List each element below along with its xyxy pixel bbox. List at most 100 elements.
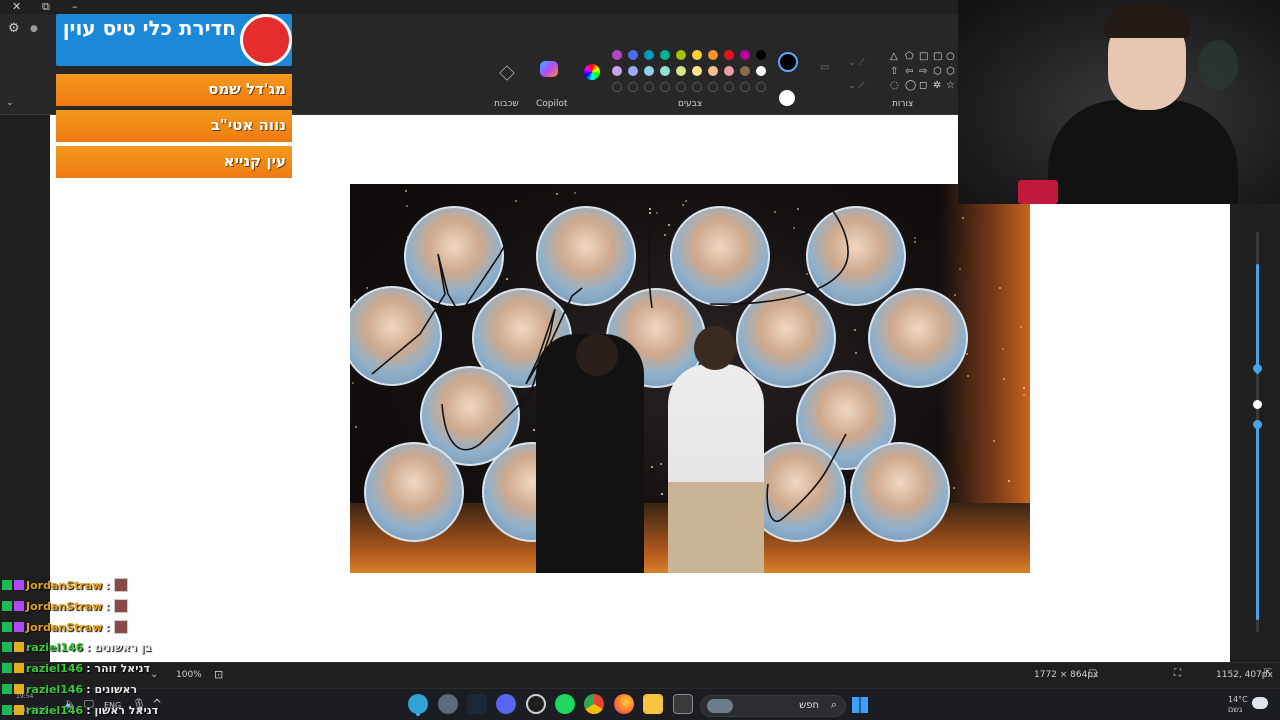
color-swatch[interactable]	[692, 50, 702, 60]
secondary-color[interactable]	[779, 90, 795, 106]
hexagon-shape-icon[interactable]: ⬡	[933, 67, 942, 77]
color-swatch[interactable]	[692, 66, 702, 76]
square-shape-icon[interactable]: ▢	[933, 52, 942, 62]
settings-app-icon[interactable]	[438, 694, 458, 714]
slider2-handle[interactable]	[1253, 420, 1262, 429]
arrow-right-shape-icon[interactable]: ⇨	[919, 67, 927, 77]
alert-location-2: נווה אטי"ב	[56, 110, 292, 142]
arrow-left-shape-icon[interactable]: ⇦	[905, 67, 913, 77]
chat-username[interactable]: JordanStraw	[26, 621, 102, 634]
opacity-icon[interactable]	[1253, 400, 1262, 409]
file-explorer-icon[interactable]	[643, 694, 663, 714]
layers-icon[interactable]	[499, 65, 515, 81]
color-swatch[interactable]	[724, 66, 734, 76]
color-swatch[interactable]	[740, 66, 750, 76]
chat-username[interactable]: raziel146	[26, 641, 83, 654]
outline-icon[interactable]: ▭	[820, 62, 829, 73]
subscriber-badge-icon	[14, 705, 24, 715]
webcam-red-object	[1018, 180, 1058, 204]
restore-icon[interactable]: ⧉	[42, 1, 50, 13]
windows-start-icon[interactable]	[852, 697, 868, 713]
chat-username[interactable]: raziel146	[26, 683, 83, 696]
chat-username[interactable]: raziel146	[26, 662, 83, 675]
chat-message: JordanStraw:	[2, 578, 128, 594]
octagon-shape-icon[interactable]: ⬡	[946, 67, 955, 77]
custom-color-slot[interactable]	[692, 82, 702, 92]
selection-icon: ⛶	[1174, 668, 1181, 679]
chat-username[interactable]: JordanStraw	[26, 579, 102, 592]
circle-shape-icon[interactable]: ○	[946, 52, 955, 62]
rectangle-shape-icon[interactable]: □	[919, 52, 928, 62]
color-swatch[interactable]	[756, 50, 766, 60]
lasso-shape-icon[interactable]: ◌	[890, 81, 899, 91]
color-swatch[interactable]	[660, 50, 670, 60]
discord-icon[interactable]	[496, 694, 516, 714]
color-swatch[interactable]	[740, 50, 750, 60]
star5-shape-icon[interactable]: ☆	[946, 81, 955, 91]
chat-message: raziel146: בן ראשונים	[2, 641, 151, 657]
chat-text: : בן ראשונים	[86, 641, 152, 654]
primary-color[interactable]	[778, 52, 798, 72]
paint-titlebar: ✕ ⧉ –	[0, 0, 958, 14]
obs-icon[interactable]	[526, 694, 546, 714]
custom-color-slot[interactable]	[628, 82, 638, 92]
chat-username[interactable]: JordanStraw	[26, 600, 102, 613]
app-window-icon[interactable]	[673, 694, 693, 714]
color-swatch[interactable]	[676, 50, 686, 60]
search-highlight-icon	[707, 699, 733, 713]
arrow-up-shape-icon[interactable]: ⇧	[890, 67, 898, 77]
canvas-size-icon: ▢	[1088, 668, 1098, 679]
custom-color-slot[interactable]	[740, 82, 750, 92]
chat-text: :	[105, 579, 110, 592]
color-swatch[interactable]	[708, 66, 718, 76]
custom-color-slot[interactable]	[660, 82, 670, 92]
pentagon-shape-icon[interactable]: ⬠	[905, 52, 914, 62]
weather-widget[interactable]: 14°C גשם	[1228, 695, 1248, 715]
spotify-icon[interactable]	[555, 694, 575, 714]
edge-icon[interactable]	[408, 694, 428, 714]
layers-label: שכבות	[494, 99, 519, 109]
fill-icon[interactable]: ⌄ ⟋	[848, 58, 865, 68]
color-wheel-icon[interactable]	[584, 64, 600, 80]
callout-shape-icon[interactable]: ◯	[905, 81, 916, 91]
copilot-icon[interactable]	[540, 61, 558, 77]
color-swatch[interactable]	[628, 66, 638, 76]
account-icon[interactable]: ●	[30, 24, 38, 34]
color-swatch[interactable]	[644, 50, 654, 60]
slider-handle[interactable]	[1253, 364, 1262, 373]
color-swatch[interactable]	[612, 50, 622, 60]
color-swatch[interactable]	[724, 50, 734, 60]
custom-color-slot[interactable]	[612, 82, 622, 92]
minimize-icon[interactable]: –	[72, 1, 78, 13]
chevron-down-icon[interactable]: ⌄	[6, 98, 14, 108]
color-swatch[interactable]	[660, 66, 670, 76]
chrome-icon[interactable]	[584, 694, 604, 714]
custom-color-slot[interactable]	[708, 82, 718, 92]
custom-color-slot[interactable]	[724, 82, 734, 92]
subscriber-badge-icon	[14, 663, 24, 673]
search-box[interactable]: חפש ⌕	[700, 695, 846, 717]
color-swatch[interactable]	[756, 66, 766, 76]
color-swatch[interactable]	[676, 66, 686, 76]
triangle-shape-icon[interactable]: △	[890, 52, 898, 62]
color-swatch[interactable]	[628, 50, 638, 60]
alert-location-1: מג'דל שמס	[56, 74, 292, 106]
alert-title: חדירת כלי טיס עוין	[62, 16, 236, 40]
size-icon[interactable]: ⌄ ⟋	[848, 81, 865, 91]
custom-color-slot[interactable]	[644, 82, 654, 92]
steam-icon[interactable]	[467, 694, 487, 714]
color-swatch[interactable]	[708, 50, 718, 60]
chat-message: JordanStraw:	[2, 599, 128, 615]
firefox-icon[interactable]	[614, 694, 634, 714]
custom-color-slot[interactable]	[676, 82, 686, 92]
color-swatch[interactable]	[612, 66, 622, 76]
color-swatch[interactable]	[644, 66, 654, 76]
vertical-slider2-fill	[1256, 424, 1259, 620]
speech-bubble-icon[interactable]: ◻	[919, 81, 927, 91]
close-icon[interactable]: ✕	[12, 1, 21, 13]
settings-icon[interactable]: ⚙	[8, 21, 20, 36]
chat-username[interactable]: raziel146	[26, 704, 83, 717]
fit-screen-icon[interactable]: ⊡	[214, 668, 223, 681]
star6-shape-icon[interactable]: ✲	[933, 81, 941, 91]
custom-color-slot[interactable]	[756, 82, 766, 92]
